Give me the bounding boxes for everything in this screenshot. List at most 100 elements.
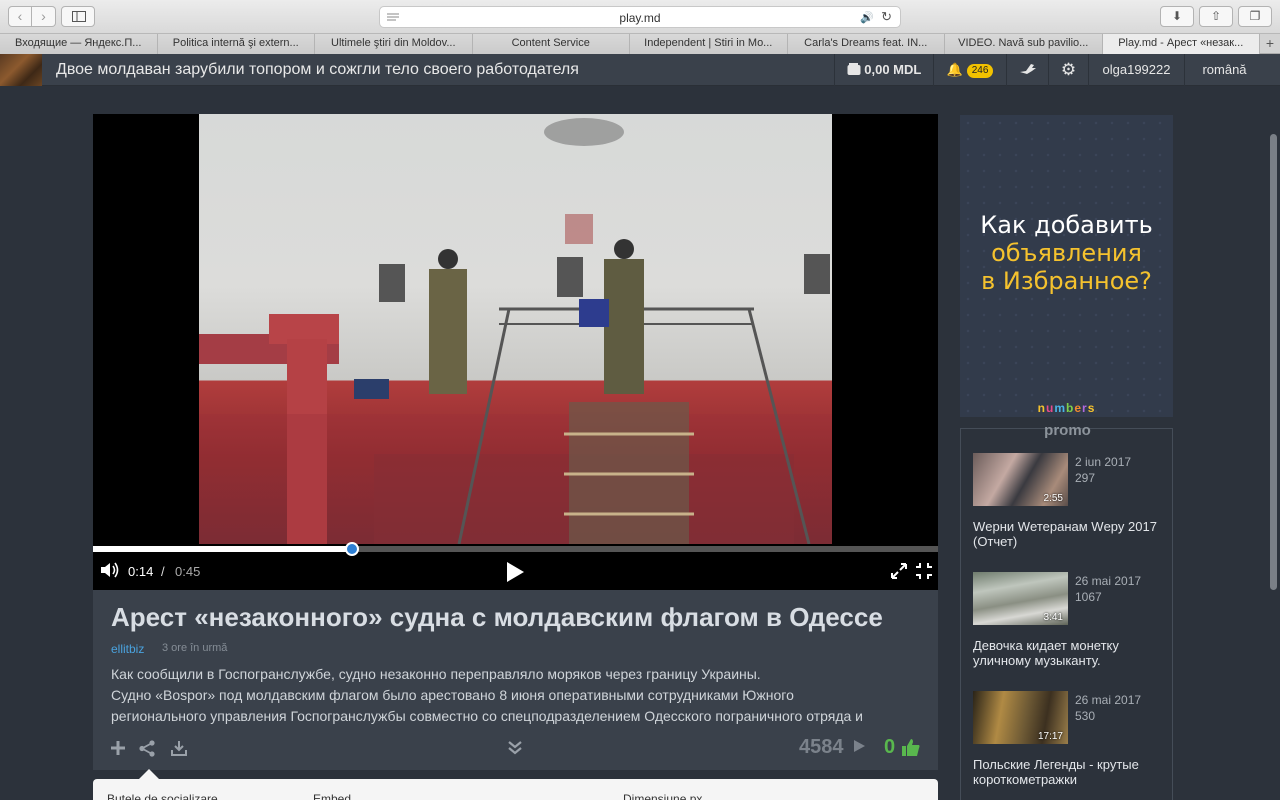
video-description: Как сообщили в Госпогранслужбе, судно не… [111,664,926,727]
promo-item-title[interactable]: Польские Легенды - крутые короткометражк… [973,757,1173,787]
like-count: 0 [884,736,896,758]
fullscreen-icon[interactable] [915,562,933,580]
promo-thumbnail[interactable]: 2:55 [973,453,1068,506]
gear-icon: ⚙ [1060,60,1077,79]
share-panel-pointer [139,769,159,779]
promo-date: 26 mai 2017 [1075,574,1142,588]
share-button[interactable]: ⇧ [1199,6,1233,27]
description-line: регионального управления Госпогранслужбы… [111,708,863,724]
address-bar[interactable]: play.md 🔊 ↻ [379,6,901,28]
tab[interactable]: Carla's Dreams feat. IN... [787,34,945,54]
header-thumbnail[interactable] [0,54,42,86]
promo-thumbnail[interactable]: 17:17 [973,691,1068,744]
volume-icon[interactable] [99,561,121,579]
promo-title: promo [1044,422,1091,439]
forward-button[interactable]: › [32,6,56,27]
tab-active[interactable]: Play.md - Арест «незак... [1102,34,1260,54]
promo-date: 26 mai 2017 [1075,693,1142,707]
site-header: Двое молдаван зарубили топором и сожгли … [0,54,1280,86]
ad-logo-letter: n [1037,401,1046,415]
description-line: Как сообщили в Госпогранслужбе, судно не… [111,666,761,682]
promo-duration: 17:17 [1037,731,1063,742]
promo-item[interactable]: 17:17 26 mai 2017 530 Польские Легенды -… [973,691,1168,800]
progress-bar[interactable] [93,542,938,556]
promo-views: 530 [1075,709,1096,723]
tab[interactable]: Ultimele ştiri din Moldov... [315,34,473,54]
share-icon[interactable] [139,740,156,757]
ad-logo-letter: e [1074,401,1083,415]
page-scrollbar[interactable] [1267,86,1280,800]
ad-logo-text: numbers [1038,401,1096,415]
audio-playing-icon[interactable]: 🔊 [860,11,874,24]
tab-bar: Входящие — Яндекс.П... Politica internă … [0,34,1280,54]
thumbs-up-icon[interactable] [901,738,921,757]
play-icon[interactable] [504,560,526,584]
messages-button[interactable] [1006,54,1048,86]
tab[interactable]: Independent | Stiri in Mo... [630,34,788,54]
promo-item-title[interactable]: Девочка кидает монетку уличному музыкант… [973,638,1173,668]
language-selector[interactable]: română [1184,54,1264,86]
promo-section: promo 2:55 2 iun 2017 297 Wерни Wетерана… [960,422,1173,800]
bell-icon: 🔔 [946,62,963,77]
browser-toolbar: ‹ › play.md 🔊 ↻ ⬇ ⇧ ❐ [0,0,1280,34]
settings-button[interactable]: ⚙ [1048,54,1088,86]
tab[interactable]: Content Service [472,34,630,54]
video-still [199,118,832,544]
tabs-overview-button[interactable]: ❐ [1238,6,1272,27]
new-tab-button[interactable]: + [1260,34,1280,53]
share-panel: Butele de socializare Embed Dimensiune p… [93,779,938,800]
views-play-icon [854,740,865,752]
username[interactable]: olga199222 [1088,54,1184,86]
ad-line-3: в Избранное? [981,267,1152,295]
header-title[interactable]: Двое молдаван зарубили топором и сожгли … [56,61,579,79]
sidebar-toggle-button[interactable] [61,6,95,27]
download-icon[interactable] [171,740,187,756]
promo-item-title[interactable]: Wерни Wетеранам Wеру 2017 (Отчет) [973,519,1173,549]
upload-age: 3 ore în urmă [162,642,228,654]
promo-duration: 3:41 [1043,612,1063,623]
ad-line-2: объявления [991,239,1142,267]
tab[interactable]: Politica internă şi extern... [157,34,315,54]
embed-label: Embed [313,792,352,800]
duration: 0:45 [175,564,201,579]
tab[interactable]: VIDEO. Navă sub pavilio... [945,34,1103,54]
downloads-button[interactable]: ⬇ [1160,6,1194,27]
description-line: Судно «Bospor» под молдавским флагом был… [111,687,794,703]
time-separator: / [161,564,165,579]
nav-buttons: ‹ › [8,6,56,27]
view-count: 4584 [799,736,844,758]
scrollbar-thumb[interactable] [1270,134,1277,590]
promo-views: 297 [1075,471,1096,485]
promo-duration: 2:55 [1043,493,1063,504]
video-frame[interactable] [199,114,832,544]
tab[interactable]: Входящие — Яндекс.П... [0,34,158,54]
notifications[interactable]: 🔔 246 [933,54,1006,86]
social-buttons-label: Butele de socializare [107,792,218,800]
bird-icon [1019,64,1036,74]
ad-logo: numbers [960,401,1173,415]
video-player[interactable]: 0:14 / 0:45 [93,114,938,590]
promo-item[interactable]: 2:55 2 iun 2017 297 Wерни Wетеранам Wеру… [973,453,1168,553]
ad-logo-letter: s [1087,401,1096,415]
add-icon[interactable] [110,740,126,756]
promo-views: 1067 [1075,590,1102,604]
progress-fill [93,546,352,552]
promo-item[interactable]: 3:41 26 mai 2017 1067 Девочка кидает мон… [973,572,1168,672]
video-title: Арест «незаконного» судна с молдавским ф… [111,602,883,632]
progress-handle[interactable] [344,542,359,556]
wallet-balance[interactable]: 0,00 MDL [834,54,933,86]
author-link[interactable]: ellitbiz [111,642,144,656]
video-info-panel: Арест «незаконного» судна с молдавским ф… [93,590,938,770]
sidebar-icon [72,11,86,22]
promo-thumbnail[interactable]: 3:41 [973,572,1068,625]
expand-description-icon[interactable] [507,740,523,756]
size-label: Dimensiune px [623,792,703,800]
back-button[interactable]: ‹ [8,6,32,27]
url-text: play.md [619,11,661,25]
notification-count: 246 [966,64,994,78]
ad-logo-letter: m [1054,401,1066,415]
current-time: 0:14 [128,564,154,579]
advertisement-banner[interactable]: Как добавить объявления в Избранное? num… [960,115,1173,417]
reload-icon[interactable]: ↻ [881,9,892,25]
expand-icon[interactable] [890,562,908,580]
